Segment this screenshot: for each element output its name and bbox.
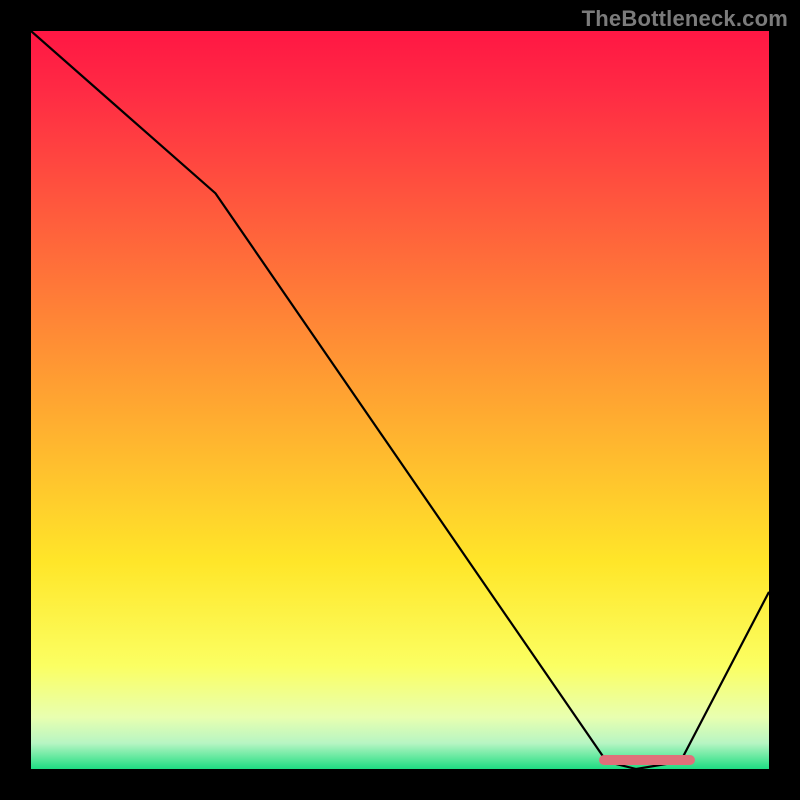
watermark-text: TheBottleneck.com [582, 6, 788, 32]
background-gradient [31, 31, 769, 769]
chart-frame: TheBottleneck.com [0, 0, 800, 800]
optimal-range-marker [599, 755, 695, 765]
plot-area [31, 31, 769, 769]
